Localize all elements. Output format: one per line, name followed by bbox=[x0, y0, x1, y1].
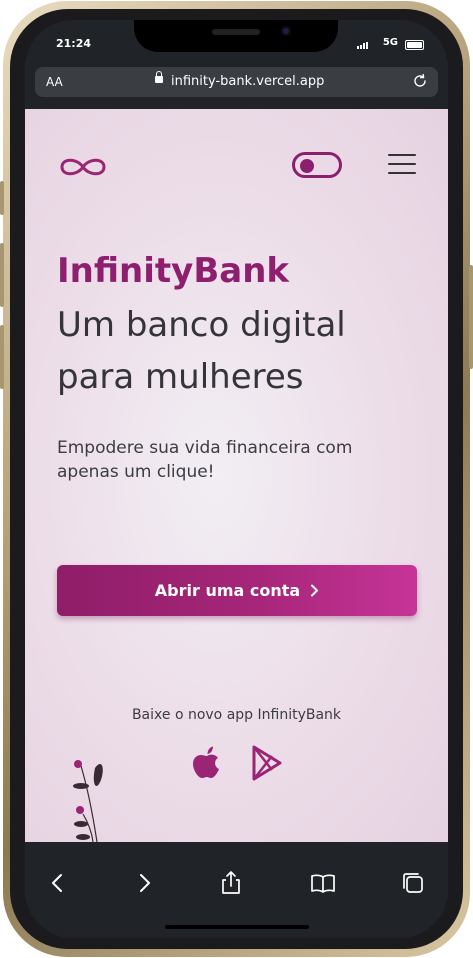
power-button bbox=[469, 265, 473, 369]
tabs-icon[interactable] bbox=[400, 870, 426, 896]
front-camera bbox=[281, 26, 291, 36]
volume-up-button bbox=[0, 243, 4, 307]
flower-illustration bbox=[73, 760, 103, 842]
network-label: 5G bbox=[382, 37, 398, 48]
speaker-grille bbox=[212, 29, 260, 35]
address-bar[interactable]: AA infinity-bank.vercel.app bbox=[35, 67, 438, 97]
silent-switch bbox=[0, 181, 4, 215]
signal-icon bbox=[357, 42, 368, 49]
bookmarks-icon[interactable] bbox=[310, 870, 336, 896]
web-content: InfinityBank Um banco digital para mulhe… bbox=[25, 109, 448, 842]
chevron-right-icon bbox=[311, 584, 319, 597]
brand-title: InfinityBank bbox=[57, 251, 290, 291]
home-indicator[interactable] bbox=[165, 925, 309, 929]
open-account-button[interactable]: Abrir uma conta bbox=[57, 565, 417, 616]
lock-icon bbox=[155, 71, 163, 83]
subtitle: Empodere sua vida financeira com apenas … bbox=[57, 438, 353, 482]
text-size-button[interactable]: AA bbox=[46, 75, 63, 89]
toggle-knob bbox=[300, 159, 314, 173]
download-app-label: Baixe o novo app InfinityBank bbox=[131, 707, 342, 723]
hamburger-menu-icon[interactable] bbox=[388, 154, 416, 176]
theme-toggle[interactable] bbox=[292, 152, 342, 178]
battery-icon bbox=[405, 40, 424, 50]
headline: Um banco digital para mulheres bbox=[57, 305, 346, 397]
infinity-logo-icon[interactable] bbox=[56, 150, 110, 184]
google-play-logo-icon[interactable] bbox=[250, 745, 282, 781]
forward-icon[interactable] bbox=[131, 870, 157, 896]
share-icon[interactable] bbox=[218, 870, 244, 896]
volume-down-button bbox=[0, 325, 4, 389]
back-icon[interactable] bbox=[45, 870, 71, 896]
notch bbox=[134, 20, 338, 52]
open-account-label: Abrir uma conta bbox=[154, 581, 301, 600]
status-time: 21:24 bbox=[56, 37, 92, 50]
apple-logo-icon[interactable] bbox=[191, 745, 223, 781]
url-text[interactable]: infinity-bank.vercel.app bbox=[171, 74, 324, 89]
reload-icon[interactable] bbox=[412, 73, 428, 89]
screen: 21:24 5G AA infinity-bank.vercel.app Inf… bbox=[25, 20, 448, 938]
